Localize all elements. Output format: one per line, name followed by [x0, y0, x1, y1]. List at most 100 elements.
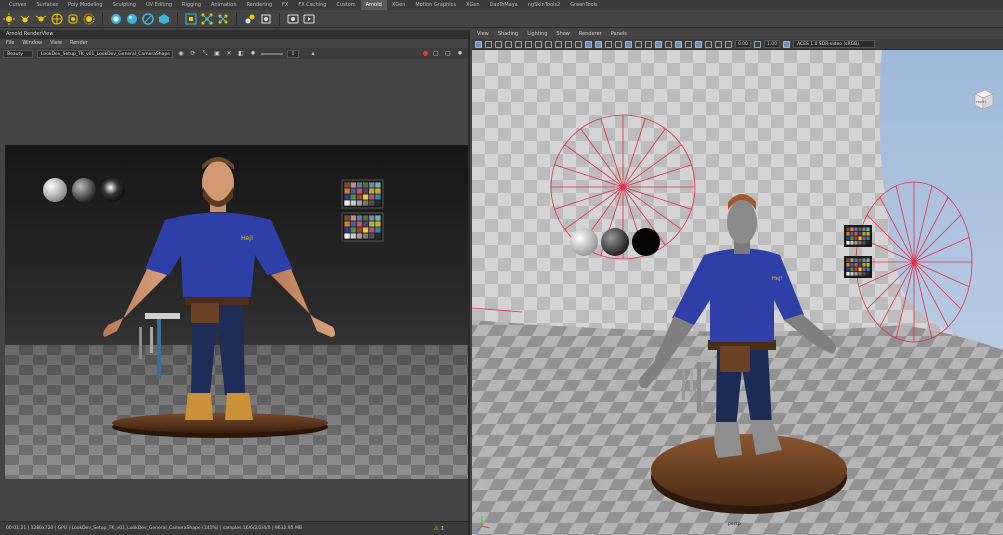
snapshot-icon[interactable]: ▣: [213, 50, 221, 58]
xray-active-icon[interactable]: [715, 40, 722, 48]
crop-icon[interactable]: ⤡: [201, 50, 209, 58]
exposure-field[interactable]: 0.00: [735, 40, 752, 48]
sun-light-icon[interactable]: [3, 12, 15, 25]
grid-icon[interactable]: [515, 40, 522, 48]
shelf-tab-custom[interactable]: Custom: [331, 0, 360, 10]
resolution-gate-icon[interactable]: [535, 40, 542, 48]
render-image[interactable]: Hej!: [5, 145, 468, 479]
shelf-tab-uv-editing[interactable]: UV Editing: [141, 0, 177, 10]
screen-space-ao-icon[interactable]: [645, 40, 652, 48]
shader-ball-icon[interactable]: [142, 12, 154, 25]
multisample-aa-icon[interactable]: [665, 40, 672, 48]
safe-action-icon[interactable]: [565, 40, 572, 48]
pause-icon[interactable]: ▢: [432, 50, 440, 58]
physical-sky-icon[interactable]: [110, 13, 122, 25]
volume-icon[interactable]: [185, 13, 197, 25]
xray-icon[interactable]: [695, 40, 702, 48]
render-view-icon[interactable]: [287, 13, 299, 25]
motion-blur-icon[interactable]: [655, 40, 662, 48]
shelf-tabs: Curves Surfaces Poly Modeling Sculpting UV E…: [0, 0, 1003, 10]
shelf-tab-motion-graphics[interactable]: Motion Graphics: [410, 0, 461, 10]
gobo-icon[interactable]: [260, 13, 272, 25]
select-camera-icon[interactable]: [475, 40, 482, 48]
region-icon[interactable]: ◧: [237, 50, 245, 58]
render-icon[interactable]: ◉: [177, 50, 185, 58]
menu-file[interactable]: File: [6, 39, 14, 48]
standard-surface-icon[interactable]: [126, 13, 138, 25]
field-chart-icon[interactable]: [555, 40, 562, 48]
camera-dropdown[interactable]: LookDev_Setup_TK_v01_LookDev_General_Cam…: [37, 49, 173, 58]
checker-swatch: [362, 188, 369, 194]
shelf-tab-greentools[interactable]: GreenTools: [565, 0, 602, 10]
color-space-dropdown[interactable]: ACES 1.0 SDR-video (sRGB): [793, 40, 876, 48]
exposure-icon[interactable]: [725, 40, 732, 48]
curve-collector-icon[interactable]: [201, 13, 213, 25]
shelf-tab-rigging[interactable]: Rigging: [177, 0, 206, 10]
bookmark-icon[interactable]: [495, 40, 502, 48]
menu-panels[interactable]: Panels: [611, 30, 627, 39]
film-gate-icon[interactable]: [525, 40, 532, 48]
photometric-light-icon[interactable]: [83, 13, 95, 25]
safe-title-icon[interactable]: [575, 40, 582, 48]
shelf-tab-ngskintools2[interactable]: ngSkinTools2: [523, 0, 565, 10]
shelf-tab-xgen[interactable]: XGen: [461, 0, 485, 10]
shelf-tab-fx[interactable]: FX: [277, 0, 293, 10]
lock-icon[interactable]: ▢: [444, 50, 452, 58]
checker-swatch: [375, 188, 381, 194]
shelf-tab-curves[interactable]: Curves: [4, 0, 31, 10]
shelf-tab-daztomaya[interactable]: DazToMaya: [485, 0, 523, 10]
view-cube[interactable]: FRONT: [971, 88, 995, 110]
textured-icon[interactable]: [615, 40, 622, 48]
gate-mask-icon[interactable]: [545, 40, 552, 48]
menu-render[interactable]: Render: [70, 39, 88, 48]
menu-view[interactable]: View: [477, 30, 489, 39]
warning-icon[interactable]: ⚠ 1: [434, 525, 444, 532]
shelf-tab-arnold[interactable]: Arnold: [360, 0, 387, 10]
use-all-lights-icon[interactable]: [625, 40, 632, 48]
shadows-icon[interactable]: [635, 40, 642, 48]
shelf-tab-sculpting[interactable]: Sculpting: [108, 0, 141, 10]
default-material-icon[interactable]: [605, 40, 612, 48]
spot-light-icon[interactable]: [19, 13, 31, 25]
depth-of-field-icon[interactable]: [675, 40, 682, 48]
menu-view[interactable]: View: [50, 39, 62, 48]
shelf-tab-surfaces[interactable]: Surfaces: [31, 0, 63, 10]
shelf-tab-fx-caching[interactable]: FX Caching: [293, 0, 331, 10]
xray-joints-icon[interactable]: [705, 40, 712, 48]
ipr-render-icon[interactable]: [303, 13, 315, 25]
gamma-field[interactable]: 1.00: [764, 40, 781, 48]
checker-swatch: [846, 258, 850, 263]
exposure-slider[interactable]: [261, 52, 283, 55]
close-icon[interactable]: ✕: [225, 50, 233, 58]
gear-icon[interactable]: ✹: [456, 50, 464, 58]
stand-in-icon[interactable]: [158, 13, 170, 25]
area-light-icon[interactable]: [35, 13, 47, 25]
exposure-field[interactable]: 0: [287, 49, 299, 58]
shelf-tab-animation[interactable]: Animation: [206, 0, 242, 10]
stop-render-icon[interactable]: [423, 51, 428, 56]
shelf-tab-xgen[interactable]: XGen: [387, 0, 411, 10]
points-icon[interactable]: [217, 13, 229, 25]
camera-attributes-icon[interactable]: [485, 40, 492, 48]
image-plane-icon[interactable]: [505, 40, 512, 48]
smooth-shade-icon[interactable]: [595, 40, 602, 48]
viewport-canvas[interactable]: Hej! FRONT persp: [472, 50, 1003, 535]
isolate-select-icon[interactable]: [685, 40, 692, 48]
gamma-icon[interactable]: [754, 40, 762, 48]
shelf-tab-poly-modeling[interactable]: Poly Modeling: [63, 0, 108, 10]
light-filter-icon[interactable]: [244, 13, 256, 25]
settings-icon[interactable]: ✹: [249, 50, 257, 58]
menu-renderer[interactable]: Renderer: [579, 30, 602, 39]
shelf-tab-rendering[interactable]: Rendering: [242, 0, 278, 10]
skydome-light-icon[interactable]: [51, 13, 63, 25]
menu-show[interactable]: Show: [556, 30, 570, 39]
wireframe-icon[interactable]: [585, 40, 592, 48]
histogram-icon[interactable]: ▴: [309, 50, 317, 58]
aov-dropdown[interactable]: Beauty: [3, 49, 33, 58]
menu-shading[interactable]: Shading: [498, 30, 518, 39]
menu-lighting[interactable]: Lighting: [527, 30, 547, 39]
refresh-icon[interactable]: ⟳: [189, 50, 197, 58]
mesh-light-icon[interactable]: [67, 13, 79, 25]
menu-window[interactable]: Window: [22, 39, 42, 48]
color-management-icon[interactable]: [783, 40, 791, 48]
